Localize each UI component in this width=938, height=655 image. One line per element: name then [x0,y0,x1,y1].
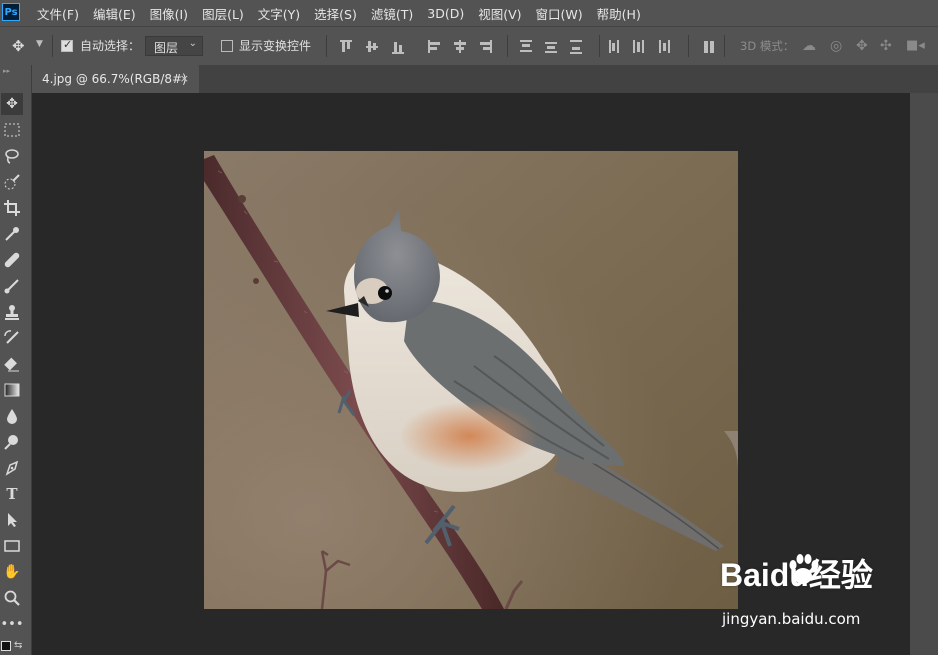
divider [507,35,508,57]
menu-layer[interactable]: 图层(L) [202,4,244,23]
brush-tool-icon[interactable] [1,275,23,297]
3d-roll-icon[interactable]: ◎ [830,38,842,54]
chevron-down-icon[interactable]: ▼ [36,39,43,49]
divider [52,35,53,57]
menu-select[interactable]: 选择(S) [314,4,357,23]
divider [724,35,725,57]
3d-pan-icon[interactable]: ✥ [856,38,868,54]
photoshop-logo-icon[interactable]: Ps [2,3,20,21]
blur-tool-icon[interactable] [1,405,23,427]
auto-select-target-value: 图层 [154,41,179,55]
menu-help[interactable]: 帮助(H) [597,4,641,23]
menu-edit[interactable]: 编辑(E) [93,4,136,23]
close-icon[interactable]: × [180,65,189,93]
path-select-tool-icon[interactable] [1,509,23,531]
eyedropper-tool-icon[interactable] [1,223,23,245]
divider [688,35,689,57]
quick-select-tool-icon[interactable] [1,171,23,193]
document-tab-bar: 4.jpg @ 66.7%(RGB/8#) × [32,65,938,93]
menu-view[interactable]: 视图(V) [478,4,521,23]
swap-colors-icon[interactable]: ⇆ [14,640,22,651]
bird-on-branch-photo [204,151,738,609]
document-tab[interactable]: 4.jpg @ 66.7%(RGB/8#) × [32,65,199,93]
crop-tool-icon[interactable] [1,197,23,219]
menu-list: 文件(F) 编辑(E) 图像(I) 图层(L) 文字(Y) 选择(S) 滤镜(T… [37,0,655,26]
panel-collapse-icon[interactable]: ▸▸ [3,67,10,75]
menu-file[interactable]: 文件(F) [37,4,79,23]
auto-select-checkbox[interactable] [61,38,73,52]
history-brush-tool-icon[interactable] [1,327,23,349]
foreground-color-swatch[interactable] [1,641,11,651]
document-image-canvas[interactable] [204,151,738,609]
3d-mode-label: 3D 模式： [740,39,795,53]
menu-image[interactable]: 图像(I) [150,4,188,23]
chevron-down-icon: ⌄ [188,38,197,49]
3d-orbit-icon[interactable]: ☁ [802,38,816,54]
menu-3d[interactable]: 3D(D) [427,6,464,21]
move-tool-icon[interactable]: ✥ [1,93,23,115]
3d-slide-icon[interactable]: ✣ [880,38,892,54]
marquee-tool-icon[interactable] [1,119,23,141]
gradient-tool-icon[interactable] [1,379,23,401]
tools-panel: ▸▸ ✥ T ✋ ••• ⇆ [0,65,32,655]
auto-select-label: 自动选择： [80,39,141,53]
menu-filter[interactable]: 滤镜(T) [371,4,413,23]
align-icons[interactable] [340,40,714,54]
document-tab-title: 4.jpg @ 66.7%(RGB/8#) [42,72,187,86]
type-tool-icon[interactable]: T [1,483,23,505]
watermark-url: jingyan.baidu.com [722,610,861,628]
lasso-tool-icon[interactable] [1,145,23,167]
divider [326,35,327,57]
more-tools-icon[interactable]: ••• [1,613,24,635]
paw-print-icon [789,554,819,584]
zoom-tool-icon[interactable] [1,587,23,609]
healing-brush-tool-icon[interactable] [1,249,23,271]
menu-bar: Ps 文件(F) 编辑(E) 图像(I) 图层(L) 文字(Y) 选择(S) 滤… [0,0,938,26]
eraser-tool-icon[interactable] [1,353,23,375]
menu-type[interactable]: 文字(Y) [258,4,300,23]
divider [599,35,600,57]
align-distribute-icons [340,40,714,54]
menu-window[interactable]: 窗口(W) [536,4,583,23]
hand-tool-icon[interactable]: ✋ [1,561,23,583]
rectangle-tool-icon[interactable] [1,535,23,557]
show-transform-controls-label: 显示变换控件 [239,39,312,53]
baidu-jingyan-watermark: Baidu经验 jingyan.baidu.com [720,550,930,640]
3d-camera-icon[interactable]: ■◂ [906,38,925,53]
dodge-tool-icon[interactable] [1,431,23,453]
show-transform-controls-checkbox[interactable] [221,40,233,52]
options-bar: ✥ ▼ 自动选择： 图层 ⌄ 显示变换控件 [0,26,938,65]
pen-tool-icon[interactable] [1,457,23,479]
clone-stamp-tool-icon[interactable] [1,301,23,323]
move-tool-preset-icon[interactable]: ✥ [12,37,25,55]
auto-select-target-dropdown[interactable]: 图层 ⌄ [145,36,203,56]
